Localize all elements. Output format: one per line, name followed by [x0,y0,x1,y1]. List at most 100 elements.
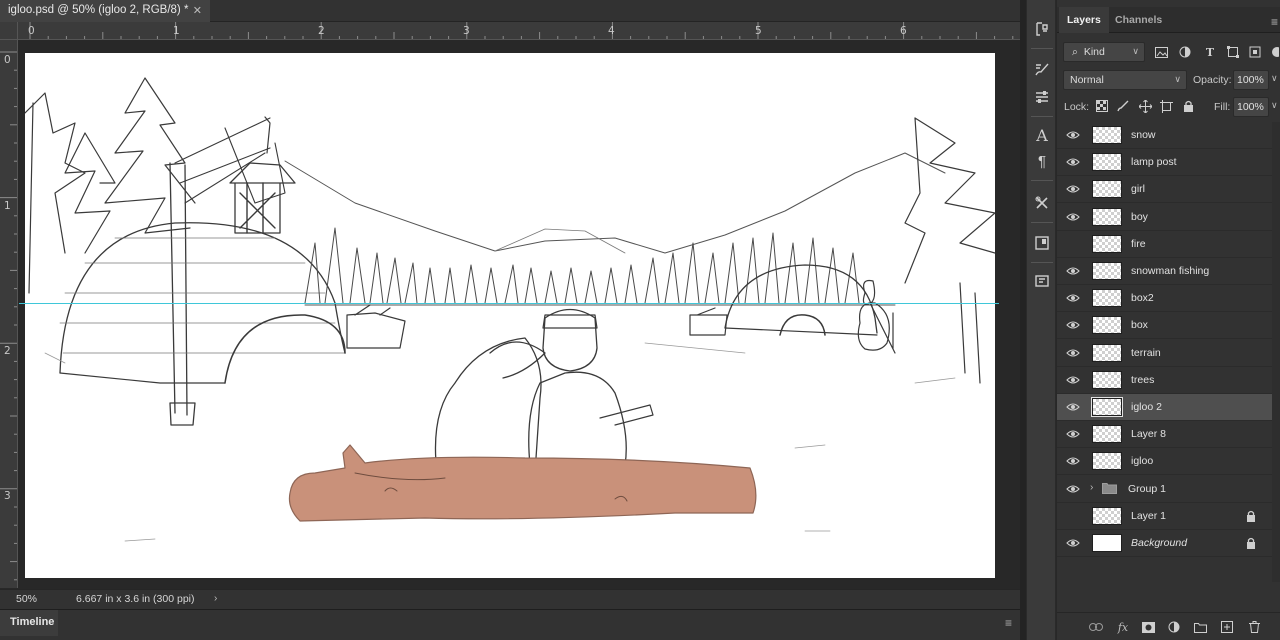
layer-thumbnail[interactable] [1092,180,1122,198]
layer-name[interactable]: box2 [1131,292,1154,304]
visibility-eye-icon[interactable] [1066,538,1080,548]
visibility-eye-icon[interactable] [1066,402,1080,412]
layer-thumbnail[interactable] [1092,208,1122,226]
layer-row[interactable]: lamp post [1057,149,1272,176]
layer-name[interactable]: Group 1 [1128,483,1166,495]
layer-list-scrollbar[interactable] [1272,122,1280,582]
layer-thumbnail[interactable] [1092,316,1122,334]
layer-row[interactable]: terrain [1057,340,1272,367]
tab-timeline[interactable]: Timeline [0,610,58,636]
lock-icon[interactable] [1246,510,1256,522]
new-adjustment-layer-icon[interactable] [1166,619,1182,635]
layer-row[interactable]: Background [1057,530,1272,557]
smart-object-filter-icon[interactable] [1247,44,1263,60]
horizontal-guide[interactable] [19,303,999,304]
link-layers-icon[interactable] [1088,619,1104,635]
layer-thumbnail[interactable] [1092,126,1122,144]
shape-filter-icon[interactable] [1225,44,1241,60]
canvas-area[interactable] [19,41,1020,588]
layer-name[interactable]: igloo [1131,455,1153,467]
blend-mode-select[interactable]: Normal ∨ [1063,70,1187,90]
layer-row[interactable]: box [1057,312,1272,339]
layer-name[interactable]: trees [1131,374,1154,386]
visibility-eye-icon[interactable] [1066,130,1080,140]
visibility-eye-icon[interactable] [1066,157,1080,167]
layer-row[interactable]: snowman fishing [1057,258,1272,285]
layer-name[interactable]: terrain [1131,347,1161,359]
ruler-corner[interactable] [0,22,18,40]
layer-name[interactable]: snowman fishing [1131,265,1209,277]
layer-name[interactable]: lamp post [1131,156,1177,168]
layer-thumbnail[interactable] [1092,153,1122,171]
lock-icon[interactable] [1246,537,1256,549]
fill-field[interactable]: 100% [1233,97,1269,117]
visibility-eye-icon[interactable] [1066,212,1080,222]
status-menu-arrow-icon[interactable]: › [214,593,217,604]
layer-row[interactable]: snow [1057,122,1272,149]
tool-presets-icon[interactable] [1031,192,1053,214]
opacity-field[interactable]: 100% [1233,70,1269,90]
lock-image-pixels-icon[interactable] [1115,98,1131,114]
lock-all-icon[interactable] [1180,98,1196,114]
tab-channels[interactable]: Channels [1107,7,1170,33]
layer-thumbnail[interactable] [1092,534,1122,552]
layer-row[interactable]: boy [1057,204,1272,231]
layer-name[interactable]: fire [1131,238,1146,250]
visibility-eye-icon[interactable] [1066,320,1080,330]
layer-thumbnail[interactable] [1092,425,1122,443]
new-group-icon[interactable] [1192,619,1208,635]
new-layer-icon[interactable] [1219,619,1235,635]
visibility-eye-icon[interactable] [1066,429,1080,439]
tab-layers[interactable]: Layers [1059,7,1109,33]
chevron-down-icon[interactable]: ∨ [1271,73,1278,84]
visibility-eye-icon[interactable] [1066,184,1080,194]
vertical-ruler[interactable]: 0 1 2 3 [0,40,18,588]
document-info[interactable]: 6.667 in x 3.6 in (300 ppi) [70,593,226,608]
layer-thumbnail[interactable] [1092,289,1122,307]
layer-name[interactable]: box [1131,319,1148,331]
layer-thumbnail[interactable] [1092,344,1122,362]
character-icon[interactable]: A [1031,124,1053,146]
layer-thumbnail[interactable] [1092,235,1122,253]
layer-row[interactable]: igloo 2 [1057,394,1272,421]
layer-name[interactable]: Layer 1 [1131,510,1166,522]
lock-artboard-icon[interactable] [1158,98,1174,114]
layer-name[interactable]: boy [1131,211,1148,223]
visibility-eye-icon[interactable] [1066,456,1080,466]
pixel-filter-icon[interactable] [1153,44,1169,60]
visibility-eye-icon[interactable] [1066,239,1080,249]
adjustments-icon[interactable] [1031,86,1053,108]
filter-toggle-icon[interactable] [1268,44,1280,60]
adjustment-filter-icon[interactable] [1177,44,1193,60]
zoom-level[interactable]: 50% [6,593,56,608]
layer-thumbnail[interactable] [1092,452,1122,470]
layer-name[interactable]: igloo 2 [1131,401,1162,413]
lock-position-icon[interactable] [1137,98,1153,114]
lock-transparent-pixels-icon[interactable] [1094,98,1110,114]
filter-kind-select[interactable]: ⌕ Kind ∨ [1063,42,1145,62]
visibility-eye-icon[interactable] [1066,266,1080,276]
layer-row[interactable]: fire [1057,231,1272,258]
panel-menu-icon[interactable]: ≡ [1005,616,1012,630]
layer-thumbnail[interactable] [1092,507,1122,525]
libraries-icon[interactable] [1031,270,1053,292]
layer-style-fx-icon[interactable]: fx [1115,619,1131,635]
layer-row[interactable]: Layer 8 [1057,421,1272,448]
layer-row[interactable]: igloo [1057,448,1272,475]
chevron-down-icon[interactable]: ∨ [1271,100,1278,111]
layer-thumbnail[interactable] [1091,397,1123,417]
visibility-eye-icon[interactable] [1066,511,1080,521]
layer-name[interactable]: Layer 8 [1131,428,1166,440]
layer-row[interactable]: trees [1057,367,1272,394]
add-mask-icon[interactable] [1140,619,1156,635]
layer-row[interactable]: box2 [1057,285,1272,312]
visibility-eye-icon[interactable] [1066,348,1080,358]
layer-name[interactable]: snow [1131,129,1156,141]
layer-thumbnail[interactable] [1092,262,1122,280]
brush-settings-icon[interactable] [1031,58,1053,80]
layer-group-row[interactable]: › Group 1 [1057,476,1272,503]
layer-thumbnail[interactable] [1092,371,1122,389]
artboard[interactable] [25,53,995,578]
visibility-eye-icon[interactable] [1066,293,1080,303]
visibility-eye-icon[interactable] [1066,484,1080,494]
